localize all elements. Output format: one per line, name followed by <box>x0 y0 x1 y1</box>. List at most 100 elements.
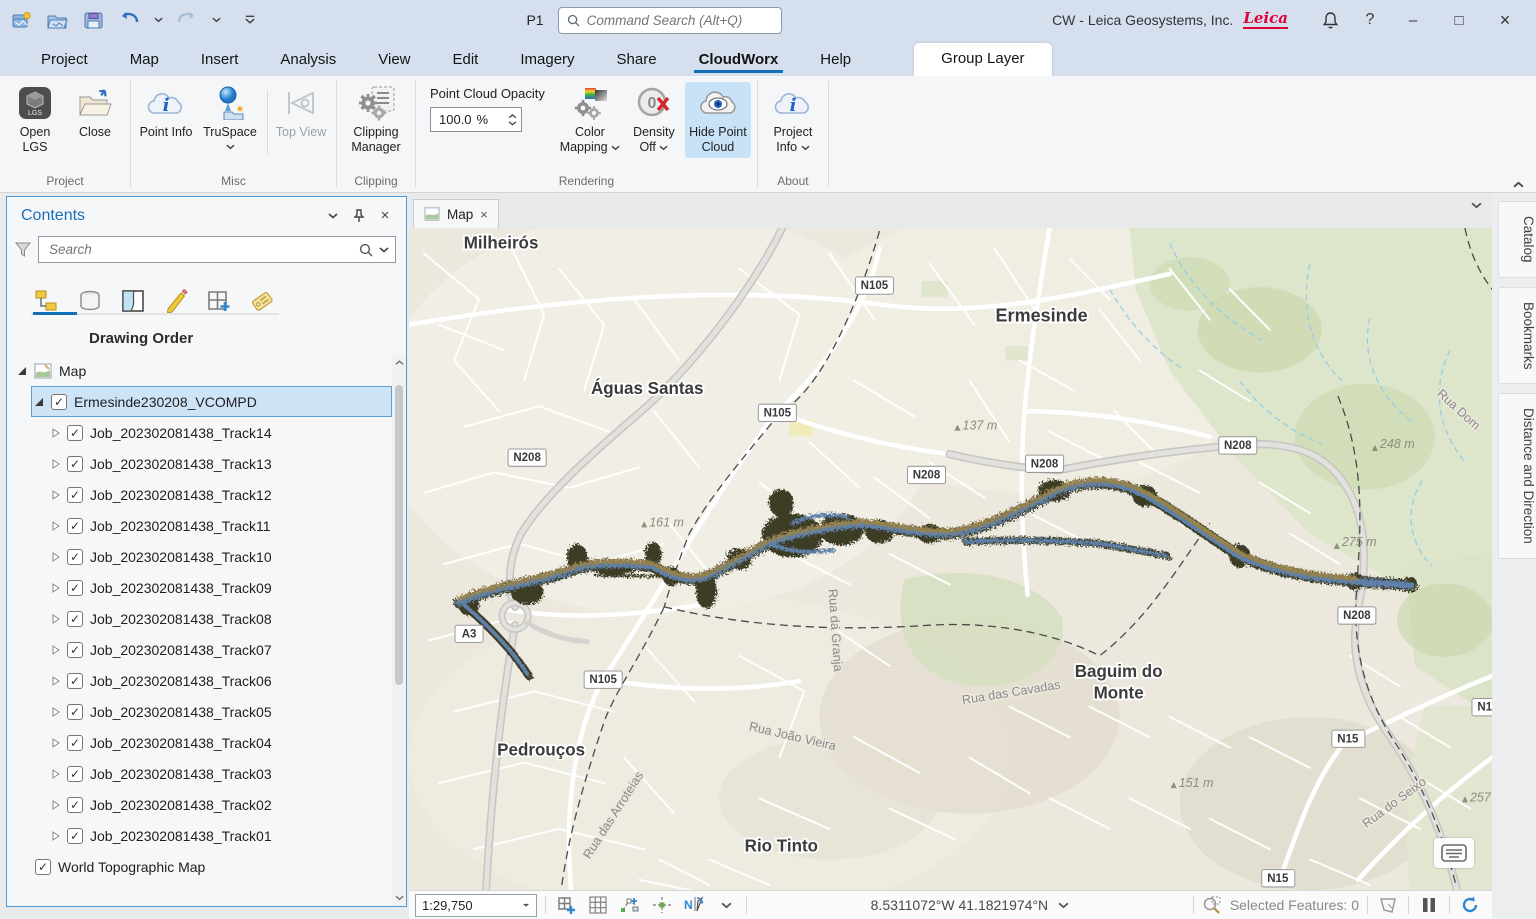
tree-row-track[interactable]: ✓Job_202302081438_Track13 <box>7 448 392 479</box>
tree-row-map[interactable]: Map <box>7 355 392 386</box>
status-options-chevron-icon[interactable] <box>714 894 738 916</box>
basemap-checkbox[interactable]: ✓ <box>35 859 51 875</box>
scrollbar-thumb[interactable] <box>395 385 403 685</box>
open-project-icon[interactable] <box>44 8 70 32</box>
group-label-clipping[interactable]: Clipping <box>337 173 415 192</box>
grid-icon[interactable] <box>586 894 610 916</box>
collapsed-icon[interactable] <box>52 521 60 531</box>
group-label-about[interactable]: About <box>758 173 828 192</box>
view-selection-icon[interactable] <box>119 287 147 315</box>
tab-help[interactable]: Help <box>799 44 872 76</box>
tab-map[interactable]: Map <box>109 44 180 76</box>
tree-row-layer-selected[interactable]: ✓ Ermesinde230208_VCOMPD <box>31 386 392 417</box>
group-label-project[interactable]: Project <box>0 173 130 192</box>
tree-row-track[interactable]: ✓Job_202302081438_Track12 <box>7 479 392 510</box>
tab-share[interactable]: Share <box>596 44 678 76</box>
scroll-up-icon[interactable] <box>395 355 404 371</box>
keyboard-shortcuts-button[interactable] <box>1434 838 1474 868</box>
hide-point-cloud-button[interactable]: Hide Point Cloud <box>685 82 751 158</box>
refresh-icon[interactable] <box>1458 894 1482 916</box>
map-canvas[interactable]: 137 m 161 m 248 m 275 m 151 m 257 m <box>409 228 1492 890</box>
track-checkbox[interactable]: ✓ <box>67 518 83 534</box>
group-label-rendering[interactable]: Rendering <box>416 173 757 192</box>
close-button[interactable]: × <box>1482 4 1528 36</box>
search-options-chevron-icon[interactable] <box>379 247 389 253</box>
close-lgs-button[interactable]: Close <box>66 82 124 143</box>
edit-vertices-icon[interactable] <box>618 894 642 916</box>
coordinates-chevron-icon[interactable] <box>1058 902 1069 909</box>
north-arrow-icon[interactable]: N <box>682 894 706 916</box>
view-drawing-order-icon[interactable] <box>33 287 61 315</box>
tab-edit[interactable]: Edit <box>432 44 500 76</box>
track-checkbox[interactable]: ✓ <box>67 580 83 596</box>
clipping-manager-button[interactable]: Clipping Manager <box>343 82 409 158</box>
save-project-icon[interactable] <box>80 8 106 32</box>
truspace-button[interactable]: TruSpace <box>197 82 263 153</box>
close-pane-icon[interactable]: × <box>372 204 398 228</box>
point-info-button[interactable]: i Point Info <box>137 82 195 143</box>
collapsed-icon[interactable] <box>52 583 60 593</box>
collapsed-icon[interactable] <box>52 645 60 655</box>
track-checkbox[interactable]: ✓ <box>67 766 83 782</box>
open-lgs-button[interactable]: LGS Open LGS <box>6 82 64 158</box>
contents-search-input[interactable] <box>49 242 353 257</box>
view-data-source-icon[interactable] <box>76 287 104 315</box>
tab-view[interactable]: View <box>357 44 431 76</box>
tree-row-track[interactable]: ✓Job_202302081438_Track04 <box>7 727 392 758</box>
tree-row-track[interactable]: ✓Job_202302081438_Track14 <box>7 417 392 448</box>
tree-row-track[interactable]: ✓Job_202302081438_Track10 <box>7 541 392 572</box>
contents-scrollbar[interactable] <box>392 355 406 906</box>
pin-icon[interactable] <box>346 204 372 228</box>
track-checkbox[interactable]: ✓ <box>67 487 83 503</box>
tab-group-layer[interactable]: Group Layer <box>914 43 1051 76</box>
collapsed-icon[interactable] <box>52 769 60 779</box>
track-checkbox[interactable]: ✓ <box>67 456 83 472</box>
track-checkbox[interactable]: ✓ <box>67 797 83 813</box>
collapse-ribbon-icon[interactable] <box>1513 181 1524 188</box>
undo-icon[interactable] <box>116 8 142 32</box>
track-checkbox[interactable]: ✓ <box>67 425 83 441</box>
color-mapping-button[interactable]: Color Mapping <box>557 82 623 158</box>
tree-row-track[interactable]: ✓Job_202302081438_Track09 <box>7 572 392 603</box>
filter-icon[interactable] <box>15 242 31 258</box>
tab-distance-and-direction[interactable]: Distance and Direction <box>1498 393 1536 559</box>
view-labeling-icon[interactable] <box>248 287 276 315</box>
scale-dropdown[interactable]: 1:29,750 <box>415 894 537 917</box>
tab-list-chevron-icon[interactable] <box>1471 202 1482 209</box>
tab-project[interactable]: Project <box>20 44 109 76</box>
tree-row-track[interactable]: ✓Job_202302081438_Track05 <box>7 696 392 727</box>
new-project-icon[interactable] <box>8 8 34 32</box>
selected-features[interactable]: Selected Features: 0 <box>1202 896 1359 914</box>
track-checkbox[interactable]: ✓ <box>67 673 83 689</box>
tree-row-basemap[interactable]: ✓World Topographic Map <box>7 851 392 882</box>
tree-row-track[interactable]: ✓Job_202302081438_Track06 <box>7 665 392 696</box>
pause-drawing-icon[interactable] <box>1417 894 1441 916</box>
collapsed-icon[interactable] <box>52 614 60 624</box>
maximize-button[interactable]: □ <box>1436 4 1482 36</box>
top-view-button[interactable]: Top View <box>272 82 330 143</box>
track-checkbox[interactable]: ✓ <box>67 611 83 627</box>
point-cloud-opacity-input[interactable]: 100.0 % <box>430 107 522 132</box>
tree-row-track[interactable]: ✓Job_202302081438_Track07 <box>7 634 392 665</box>
minimize-button[interactable]: – <box>1390 4 1436 36</box>
tab-cloudworx[interactable]: CloudWorx <box>678 44 800 76</box>
collapsed-icon[interactable] <box>52 800 60 810</box>
tree-row-track[interactable]: ✓Job_202302081438_Track11 <box>7 510 392 541</box>
help-icon[interactable]: ? <box>1350 5 1390 35</box>
track-checkbox[interactable]: ✓ <box>67 549 83 565</box>
density-off-button[interactable]: 0 Density Off <box>625 82 683 158</box>
tab-insert[interactable]: Insert <box>180 44 260 76</box>
tab-bookmarks[interactable]: Bookmarks <box>1498 287 1536 385</box>
notifications-bell-icon[interactable] <box>1310 5 1350 35</box>
tree-row-track[interactable]: ✓Job_202302081438_Track08 <box>7 603 392 634</box>
tab-analysis[interactable]: Analysis <box>259 44 357 76</box>
contents-search[interactable] <box>38 236 396 263</box>
command-search[interactable] <box>558 7 782 34</box>
redo-dropdown-icon[interactable] <box>210 10 222 30</box>
map-view-tab[interactable]: Map × <box>413 199 499 228</box>
collapsed-icon[interactable] <box>52 490 60 500</box>
track-checkbox[interactable]: ✓ <box>67 704 83 720</box>
expanded-icon[interactable] <box>17 366 27 376</box>
expanded-icon[interactable] <box>34 397 44 407</box>
collapsed-icon[interactable] <box>52 831 60 841</box>
